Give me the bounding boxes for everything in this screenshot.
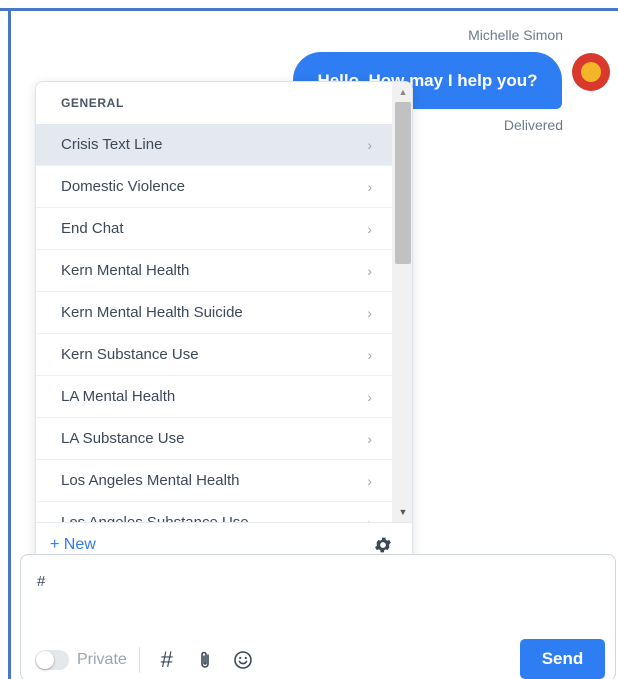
- canned-item-domestic-violence[interactable]: Domestic Violence ›: [36, 166, 392, 208]
- canned-item-label: LA Substance Use: [61, 430, 185, 447]
- canned-item-crisis-text-line[interactable]: Crisis Text Line ›: [36, 124, 392, 166]
- chevron-right-icon: ›: [367, 136, 372, 153]
- canned-item-label: Los Angeles Substance Use: [61, 514, 249, 522]
- message-input[interactable]: #: [37, 573, 45, 590]
- canned-item-label: End Chat: [61, 220, 124, 237]
- scroll-down-arrow-icon[interactable]: ▼: [392, 506, 412, 518]
- chevron-right-icon: ›: [367, 346, 372, 363]
- hash-icon[interactable]: #: [154, 647, 180, 673]
- reply-composer[interactable]: # Private # Send: [20, 554, 616, 679]
- chevron-right-icon: ›: [367, 430, 372, 447]
- canned-item-la-mental-health[interactable]: LA Mental Health ›: [36, 376, 392, 418]
- chevron-right-icon: ›: [367, 472, 372, 489]
- canned-responses-popup: GENERAL Crisis Text Line › Domestic Viol…: [35, 81, 413, 566]
- chevron-right-icon: ›: [367, 262, 372, 279]
- emoji-icon[interactable]: [230, 647, 256, 673]
- canned-item-la-substance-use[interactable]: LA Substance Use ›: [36, 418, 392, 460]
- canned-item-kern-mental-health[interactable]: Kern Mental Health ›: [36, 250, 392, 292]
- canned-item-label: Los Angeles Mental Health: [61, 472, 240, 489]
- avatar: [572, 53, 610, 91]
- window-frame-left: [8, 8, 11, 679]
- scrollbar-thumb[interactable]: [395, 102, 411, 264]
- send-button[interactable]: Send: [520, 639, 605, 679]
- chevron-right-icon: ›: [367, 178, 372, 195]
- chevron-right-icon: ›: [367, 220, 372, 237]
- new-canned-response-button[interactable]: + New: [50, 536, 96, 554]
- chevron-right-icon: ›: [367, 304, 372, 321]
- canned-item-kern-mental-health-suicide[interactable]: Kern Mental Health Suicide ›: [36, 292, 392, 334]
- gear-icon[interactable]: [372, 534, 394, 556]
- canned-responses-list: GENERAL Crisis Text Line › Domestic Viol…: [36, 82, 392, 522]
- canned-item-end-chat[interactable]: End Chat ›: [36, 208, 392, 250]
- toolbar-divider: [138, 647, 140, 673]
- window-frame-top: [0, 8, 618, 11]
- private-toggle[interactable]: [35, 650, 69, 670]
- chevron-right-icon: ›: [367, 388, 372, 405]
- canned-item-label: Domestic Violence: [61, 178, 185, 195]
- canned-item-label: LA Mental Health: [61, 388, 176, 405]
- delivery-status: Delivered: [503, 117, 563, 133]
- scrollbar[interactable]: ▲ ▼: [392, 82, 412, 522]
- private-label: Private: [77, 651, 127, 668]
- canned-item-kern-substance-use[interactable]: Kern Substance Use ›: [36, 334, 392, 376]
- canned-item-los-angeles-mental-health[interactable]: Los Angeles Mental Health ›: [36, 460, 392, 502]
- canned-item-los-angeles-substance-use[interactable]: Los Angeles Substance Use ›: [36, 502, 392, 522]
- scroll-up-arrow-icon[interactable]: ▲: [392, 86, 412, 98]
- composer-toolbar: Private #: [35, 643, 268, 677]
- canned-item-label: Kern Substance Use: [61, 346, 199, 363]
- paperclip-icon[interactable]: [192, 647, 218, 673]
- canned-item-label: Kern Mental Health: [61, 262, 190, 279]
- section-heading: GENERAL: [61, 96, 124, 110]
- canned-item-label: Crisis Text Line: [61, 136, 163, 153]
- chevron-right-icon: ›: [367, 515, 372, 523]
- sender-name: Michelle Simon: [468, 27, 563, 43]
- canned-item-label: Kern Mental Health Suicide: [61, 304, 243, 321]
